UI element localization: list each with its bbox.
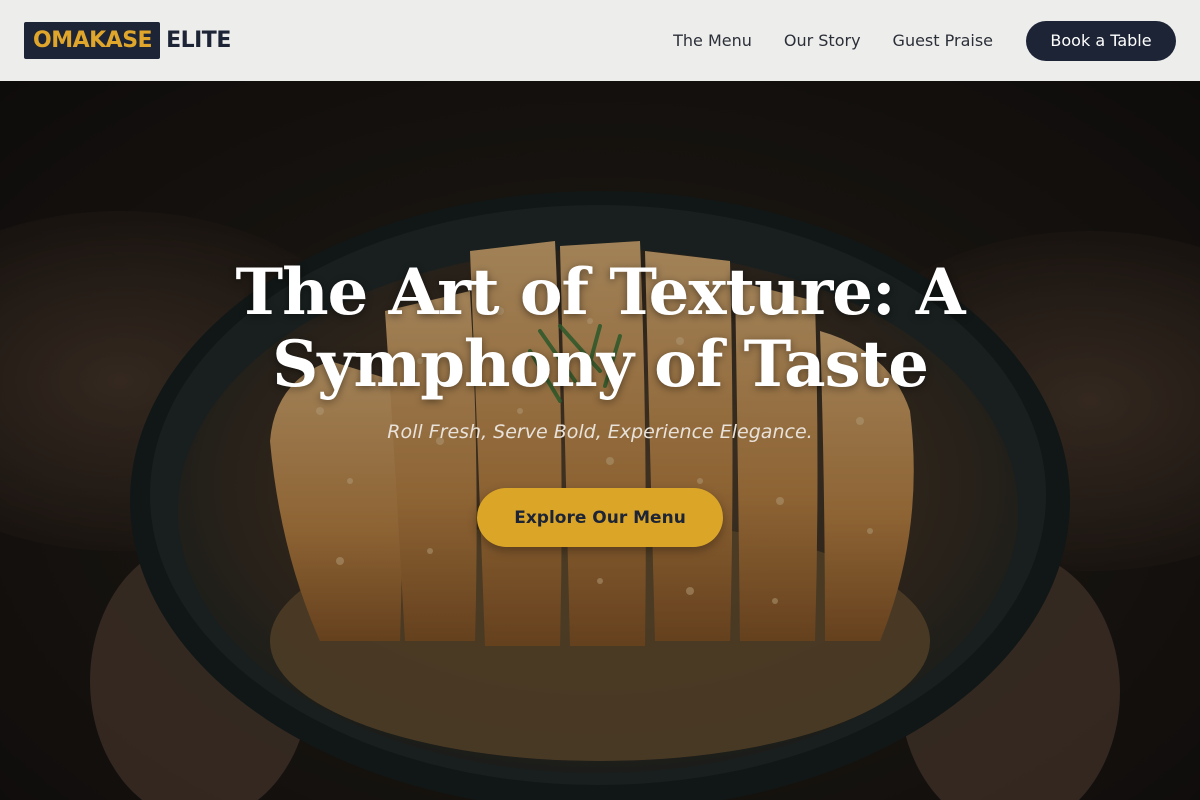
hero-content: The Art of Texture: A Symphony of Taste … — [0, 81, 1200, 800]
explore-menu-button[interactable]: Explore Our Menu — [477, 488, 723, 547]
page: OMAKASE ELITE The Menu Our Story Guest P… — [0, 0, 1200, 800]
nav-link-the-menu[interactable]: The Menu — [673, 31, 752, 50]
book-table-button[interactable]: Book a Table — [1026, 20, 1176, 61]
site-header: OMAKASE ELITE The Menu Our Story Guest P… — [0, 0, 1200, 81]
logo-highlight: OMAKASE — [24, 22, 161, 59]
logo[interactable]: OMAKASE ELITE — [24, 22, 231, 59]
hero-tagline: Roll Fresh, Serve Bold, Experience Elega… — [387, 421, 813, 443]
nav-link-our-story[interactable]: Our Story — [784, 31, 861, 50]
logo-text: ELITE — [166, 28, 231, 53]
hero-title: The Art of Texture: A Symphony of Taste — [235, 255, 965, 402]
main-nav: The Menu Our Story Guest Praise Book a T… — [673, 20, 1176, 61]
hero-section: The Art of Texture: A Symphony of Taste … — [0, 81, 1200, 800]
nav-link-guest-praise[interactable]: Guest Praise — [893, 31, 993, 50]
